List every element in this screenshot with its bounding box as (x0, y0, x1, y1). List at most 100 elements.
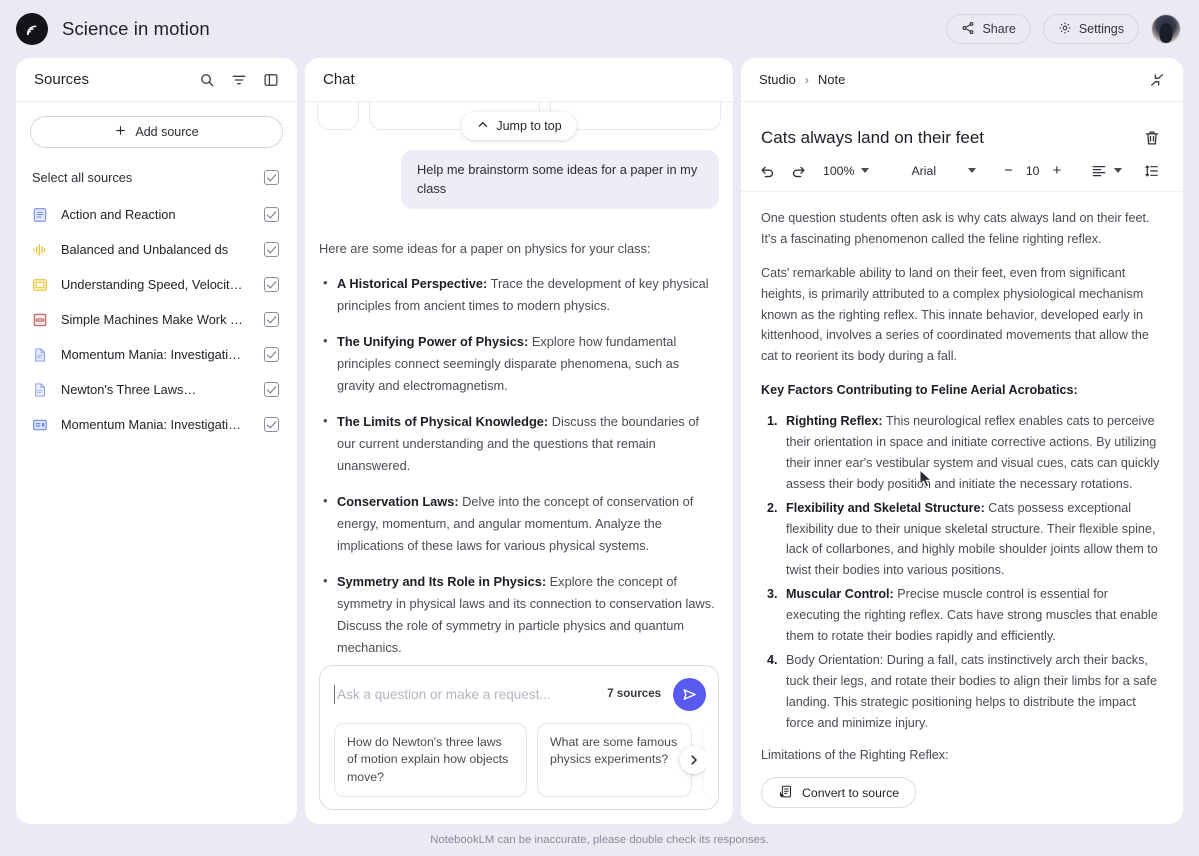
trash-icon[interactable] (1143, 129, 1161, 147)
notebook-spiral-icon[interactable] (16, 13, 48, 45)
filter-icon[interactable] (231, 72, 247, 88)
select-all-sources-row[interactable]: Select all sources (30, 170, 283, 185)
note-paragraph: Cats' remarkable ability to land on thei… (761, 265, 1149, 364)
note-title-row: Cats always land on their feet (741, 102, 1183, 148)
convert-to-source-button[interactable]: Convert to source (761, 777, 917, 808)
suggestion-chip[interactable]: What are some famous physics experiments… (537, 722, 692, 797)
font-size-label: 10 (1025, 163, 1040, 178)
list-item-label: Momentum Mania: Investigating th… (61, 347, 247, 362)
panel-collapse-icon[interactable] (263, 72, 279, 88)
list-item[interactable]: Balanced and Unbalanced ds (30, 232, 283, 267)
breadcrumb-separator: › (804, 72, 809, 87)
gear-icon (1058, 21, 1072, 38)
list-item: Conservation Laws: Delve into the concep… (319, 490, 719, 557)
note-section-heading: Key Factors Contributing to Feline Aeria… (761, 383, 1078, 398)
list-item[interactable]: Momentum Mania: Investigating th… (30, 407, 283, 442)
source-checkbox[interactable] (264, 207, 279, 222)
select-all-checkbox[interactable] (264, 170, 279, 185)
top-bar-actions: Share Settings (946, 14, 1181, 44)
note-body[interactable]: One question students often ask is why c… (741, 192, 1183, 767)
sources-title: Sources (34, 71, 90, 88)
search-icon[interactable] (199, 72, 215, 88)
disclaimer-text: NotebookLM can be inaccurate, please dou… (430, 834, 769, 846)
sources-list: Action and Reaction Balanced and Unbalan… (30, 197, 283, 442)
convert-to-source-label: Convert to source (802, 785, 900, 800)
font-family-value: Arial (911, 163, 937, 178)
list-item[interactable]: Momentum Mania: Investigating th… (30, 337, 283, 372)
jump-to-top-label: Jump to top (496, 119, 562, 133)
settings-button[interactable]: Settings (1042, 14, 1139, 44)
app-title: Science in motion (62, 18, 210, 39)
align-left-icon[interactable] (1091, 163, 1123, 179)
breadcrumb-note: Note (817, 72, 846, 87)
note-paragraph: One question students often ask is why c… (761, 211, 1150, 246)
avatar[interactable] (1151, 14, 1181, 44)
audio-waveform-icon (32, 242, 48, 258)
source-checkbox[interactable] (264, 277, 279, 292)
list-item-label: Action and Reaction (61, 207, 176, 222)
website-card-icon (32, 417, 48, 433)
suggestion-chip[interactable]: How do Newton's three laws of motion exp… (334, 722, 527, 797)
composer: 7 sources How do Newton's three laws of … (319, 664, 719, 810)
zoom-level-dropdown[interactable]: 100% (823, 163, 870, 178)
collapse-diagonal-icon[interactable] (1149, 72, 1165, 88)
send-button[interactable] (673, 677, 706, 711)
page-footer: NotebookLM can be inaccurate, please dou… (0, 824, 1199, 856)
share-icon (961, 21, 975, 38)
share-button[interactable]: Share (946, 14, 1031, 44)
font-size-increase-button[interactable]: + (1053, 162, 1062, 179)
google-slides-icon (32, 277, 48, 293)
jump-to-top-button[interactable]: Jump to top (461, 112, 577, 140)
chevron-right-icon[interactable] (680, 745, 706, 774)
source-checkbox[interactable] (264, 347, 279, 362)
breadcrumb: Studio › Note (759, 72, 845, 87)
pdf-file-icon (32, 312, 48, 328)
bullet-term: Symmetry and Its Role in Physics: (337, 573, 547, 589)
list-item-label: Momentum Mania: Investigating th… (61, 417, 247, 432)
source-checkbox[interactable] (264, 417, 279, 432)
source-checkbox[interactable] (264, 382, 279, 397)
undo-icon[interactable] (759, 162, 776, 179)
sources-header: Sources (16, 58, 297, 102)
list-item: Flexibility and Skeletal Structure: Cats… (781, 498, 1161, 582)
assistant-bullet-list: A Historical Perspective: Trace the deve… (319, 272, 719, 659)
breadcrumb-studio[interactable]: Studio (759, 72, 796, 87)
main-columns: Sources Add source Select all sources Ac… (0, 58, 1199, 824)
chat-panel: Chat Jump to top Help me brainstorm some… (305, 58, 733, 824)
list-item: Muscular Control: Precise muscle control… (781, 584, 1161, 647)
studio-panel: Studio › Note Cats always land on their … (741, 58, 1183, 824)
add-source-button[interactable]: Add source (30, 116, 283, 148)
list-item[interactable]: Simple Machines Make Work Easier… (30, 302, 283, 337)
list-item[interactable]: Understanding Speed, Velocity and… (30, 267, 283, 302)
factor-term: Flexibility and Skeletal Structure: (786, 500, 985, 515)
settings-label: Settings (1078, 22, 1124, 36)
source-checkbox[interactable] (264, 312, 279, 327)
source-checkbox[interactable] (264, 242, 279, 257)
page-title: Cats always land on their feet (761, 128, 985, 147)
font-size-decrease-button[interactable]: − (1004, 162, 1013, 179)
note-toolbar: 100% Arial − 10 + (741, 148, 1183, 192)
list-item[interactable]: Action and Reaction (30, 197, 283, 232)
chevron-up-icon (476, 118, 489, 134)
line-spacing-icon[interactable] (1144, 163, 1160, 179)
font-size-value[interactable]: 10 (1026, 164, 1040, 178)
factor-term: Muscular Control: (786, 587, 894, 602)
select-all-label: Select all sources (32, 170, 133, 185)
search-input[interactable] (334, 684, 596, 704)
font-size-minus-label: − (1004, 162, 1013, 179)
bullet-term: A Historical Perspective: (337, 275, 488, 291)
redo-icon[interactable] (790, 162, 807, 179)
zoom-level-value: 100% (823, 163, 855, 178)
list-item: Righting Reflex: This neurological refle… (781, 411, 1161, 495)
list-item-label: Simple Machines Make Work Easier… (61, 312, 247, 327)
convert-to-source-icon (778, 784, 793, 802)
note-ordered-list: Righting Reflex: This neurological refle… (761, 411, 1161, 733)
share-label: Share (982, 22, 1016, 36)
list-item: The Limits of Physical Knowledge: Discus… (319, 410, 719, 477)
bullet-term: The Unifying Power of Physics: (337, 333, 529, 349)
bullet-term: The Limits of Physical Knowledge: (337, 413, 549, 429)
list-item[interactable]: Newton's Three Laws… (30, 372, 283, 407)
note-closing-line: Limitations of the Righting Reflex: (761, 748, 949, 763)
suggestion-carousel: How do Newton's three laws of motion exp… (334, 722, 706, 797)
font-family-dropdown[interactable]: Arial (911, 163, 977, 178)
